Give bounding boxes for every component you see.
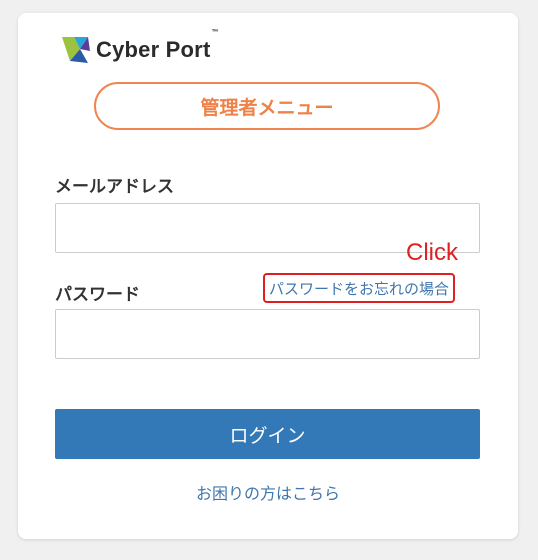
password-label: パスワード (55, 285, 140, 305)
login-button[interactable]: ログイン (55, 409, 480, 459)
cyberport-logo-icon (62, 37, 90, 63)
logo: Cyber Port™ (60, 29, 219, 65)
brand-name: Cyber Port™ (96, 29, 219, 62)
help-link[interactable]: お困りの方はこちら (18, 480, 518, 504)
click-annotation: Click (406, 239, 458, 266)
email-label: メールアドレス (55, 177, 174, 197)
password-field[interactable] (55, 309, 480, 359)
admin-menu-title: 管理者メニュー (94, 82, 440, 130)
login-button-label: ログイン (229, 424, 306, 447)
forgot-password-link[interactable]: パスワードをお忘れの場合 (263, 273, 456, 303)
login-card: Cyber Port™ 管理者メニュー メールアドレス Click パスワード … (18, 13, 518, 539)
admin-menu-title-text: 管理者メニュー (200, 96, 334, 119)
